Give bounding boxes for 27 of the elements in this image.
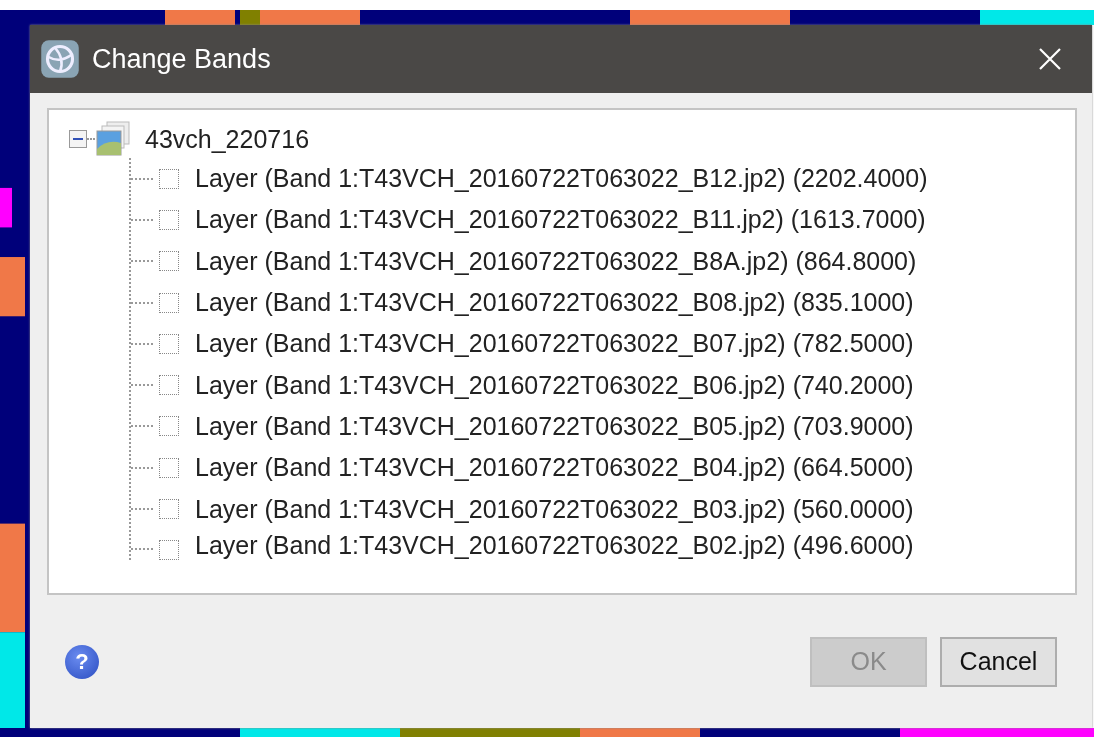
checkbox[interactable] bbox=[159, 375, 179, 396]
checkbox[interactable] bbox=[159, 251, 179, 272]
checkbox[interactable] bbox=[159, 333, 179, 354]
tree-item[interactable]: Layer (Band 1:T43VCH_20160722T063022_B02.jp2) (496.6000) bbox=[195, 530, 914, 560]
tree-item[interactable]: Layer (Band 1:T43VCH_20160722T063022_B11.jp2) (1613.7000) bbox=[195, 205, 926, 235]
checkbox[interactable] bbox=[159, 457, 179, 478]
close-icon[interactable] bbox=[1038, 47, 1062, 71]
tree-item[interactable]: Layer (Band 1:T43VCH_20160722T063022_B04.jp2) (664.5000) bbox=[195, 453, 914, 483]
cancel-button[interactable]: Cancel bbox=[940, 636, 1057, 687]
checkbox[interactable] bbox=[159, 292, 179, 313]
checkbox[interactable] bbox=[159, 499, 179, 519]
globe-icon bbox=[40, 39, 80, 79]
tree-item[interactable]: Layer (Band 1:T43VCH_20160722T063022_B07.jp2) (782.5000) bbox=[195, 329, 914, 359]
checkbox[interactable] bbox=[159, 209, 179, 230]
checkbox[interactable] bbox=[159, 539, 179, 560]
window-title: Change Bands bbox=[92, 43, 272, 75]
checkbox[interactable] bbox=[159, 416, 179, 437]
tree-item[interactable]: Layer (Band 1:T43VCH_20160722T063022_B05.jp2) (703.9000) bbox=[195, 411, 914, 441]
tree-item[interactable]: Layer (Band 1:T43VCH_20160722T063022_B8A.jp2) (864.8000) bbox=[195, 246, 917, 276]
tree-item[interactable]: Layer (Band 1:T43VCH_20160722T063022_B12.jp2) (2202.4000) bbox=[195, 164, 928, 194]
collapse-icon[interactable] bbox=[69, 130, 87, 148]
tree-item[interactable]: Layer (Band 1:T43VCH_20160722T063022_B03.jp2) (560.0000) bbox=[195, 494, 914, 524]
checkbox[interactable] bbox=[159, 168, 179, 189]
help-button[interactable]: ? bbox=[65, 644, 99, 679]
tree-item[interactable]: 43vch_220716 bbox=[145, 124, 310, 154]
tree-item[interactable]: Layer (Band 1:T43VCH_20160722T063022_B08.jp2) (835.1000) bbox=[195, 288, 914, 318]
tree-item[interactable]: Layer (Band 1:T43VCH_20160722T063022_B06.jp2) (740.2000) bbox=[195, 370, 914, 400]
